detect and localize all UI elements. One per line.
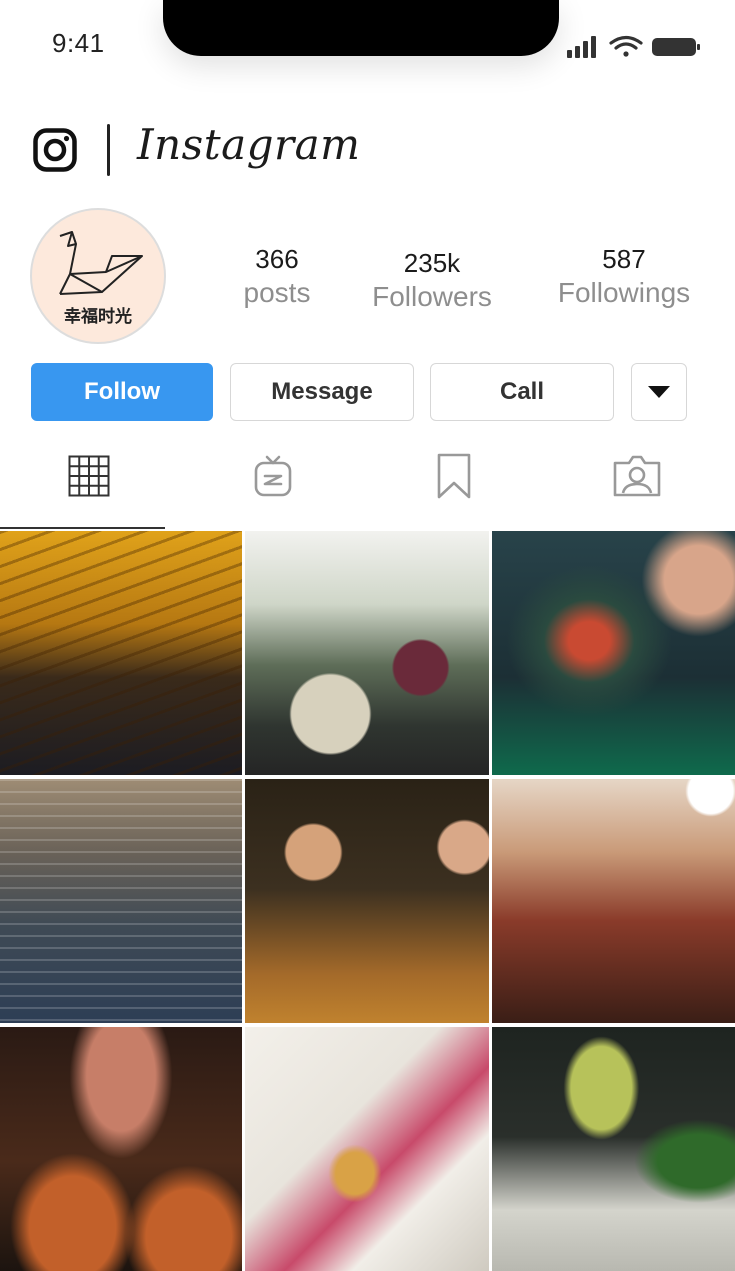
call-button[interactable]: Call <box>430 363 614 421</box>
instagram-camera-icon[interactable] <box>33 128 77 172</box>
grid-post-7[interactable] <box>0 1027 242 1271</box>
grid-post-5[interactable] <box>245 779 489 1023</box>
grid-post-4[interactable] <box>0 779 242 1023</box>
stat-posts-value: 366 <box>255 244 299 274</box>
grid-icon <box>68 455 110 497</box>
header-divider <box>107 124 110 176</box>
tagged-person-icon <box>613 455 661 497</box>
tab-grid[interactable] <box>66 450 112 502</box>
bookmark-icon <box>437 453 471 499</box>
stat-followers-value: 235k <box>403 248 461 278</box>
avatar-brand-text: 幸福时光 <box>64 307 132 327</box>
grid-post-2[interactable] <box>245 531 489 775</box>
tab-igtv[interactable] <box>250 450 296 502</box>
grid-post-8[interactable] <box>245 1027 489 1271</box>
stat-posts[interactable]: 366 posts <box>222 244 332 309</box>
status-icons <box>567 35 700 58</box>
stat-followings-value: 587 <box>602 244 646 274</box>
device-notch <box>163 0 559 56</box>
more-options-button[interactable] <box>631 363 687 421</box>
grid-post-1[interactable] <box>0 531 242 775</box>
stat-followers-label: Followers <box>372 281 492 312</box>
stat-followers[interactable]: 235k Followers <box>362 248 502 313</box>
message-button[interactable]: Message <box>230 363 414 421</box>
caret-down-icon <box>648 386 670 398</box>
tab-tagged[interactable] <box>610 450 664 502</box>
battery-icon <box>652 38 700 56</box>
signal-icon <box>567 36 596 58</box>
wifi-icon <box>609 35 643 57</box>
tab-saved[interactable] <box>434 450 474 502</box>
grid-post-6[interactable] <box>492 779 735 1023</box>
profile-avatar[interactable]: 幸福时光 <box>30 208 166 344</box>
instagram-wordmark: Instagram <box>137 120 361 169</box>
grid-post-3[interactable] <box>492 531 735 775</box>
igtv-icon <box>254 455 292 497</box>
stat-followings-label: Followings <box>557 277 691 308</box>
status-time: 9:41 <box>52 28 105 58</box>
stat-followings[interactable]: 587 Followings <box>548 244 700 309</box>
stat-posts-label: posts <box>243 277 311 308</box>
grid-post-9[interactable] <box>492 1027 735 1271</box>
active-tab-indicator <box>0 527 165 529</box>
origami-crane-icon <box>59 231 143 295</box>
follow-button[interactable]: Follow <box>31 363 213 421</box>
